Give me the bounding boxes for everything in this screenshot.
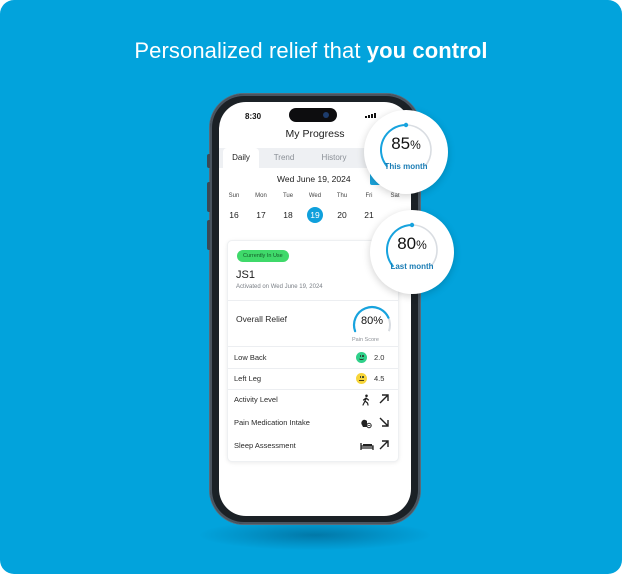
day-number: 16 bbox=[229, 210, 239, 220]
bed-icon bbox=[360, 440, 374, 452]
tab-history[interactable]: History bbox=[313, 148, 355, 168]
phone-action-button bbox=[207, 154, 210, 168]
last-month-value: 80% bbox=[397, 234, 427, 253]
last-month-caption: Last month bbox=[390, 262, 434, 271]
phone-volume-down bbox=[207, 220, 210, 250]
phone-volume-up bbox=[207, 182, 210, 212]
day-of-week: Mon bbox=[255, 193, 267, 199]
day-of-week: Sun bbox=[228, 193, 240, 199]
row-label: Activity Level bbox=[234, 395, 278, 404]
row-label: Pain Medication Intake bbox=[234, 418, 310, 427]
day-thu[interactable]: Thu 20 bbox=[329, 193, 355, 223]
overall-relief-value: 80% bbox=[360, 315, 384, 327]
tab-daily[interactable]: Daily bbox=[223, 148, 259, 168]
this-month-value: 85% bbox=[391, 134, 421, 153]
headline-bold: you control bbox=[366, 38, 488, 63]
day-of-week: Sat bbox=[390, 193, 400, 199]
metric-row-medication[interactable]: Pain Medication Intake bbox=[228, 413, 398, 433]
metric-row-activity[interactable]: Activity Level bbox=[228, 390, 398, 410]
metric-row-sleep[interactable]: Sleep Assessment bbox=[228, 436, 398, 456]
pain-row-low-back[interactable]: Low Back 2.0 bbox=[228, 348, 398, 368]
neutral-face-icon bbox=[356, 373, 367, 384]
tab-trend[interactable]: Trend bbox=[265, 148, 303, 168]
overall-relief-gauge: 80% bbox=[350, 303, 394, 335]
day-number: 17 bbox=[256, 210, 266, 220]
status-badge: Currently In Use bbox=[237, 250, 289, 262]
headline-regular: Personalized relief that bbox=[134, 38, 367, 63]
day-sun[interactable]: Sun 16 bbox=[221, 193, 247, 223]
headline: Personalized relief that you control bbox=[0, 38, 622, 64]
happy-face-icon bbox=[356, 352, 367, 363]
dynamic-island bbox=[289, 108, 337, 122]
divider bbox=[228, 346, 398, 347]
divider bbox=[228, 300, 398, 301]
day-mon[interactable]: Mon 17 bbox=[248, 193, 274, 223]
day-of-week: Tue bbox=[282, 193, 294, 199]
device-name: JS1 bbox=[236, 269, 255, 281]
current-date: Wed June 19, 2024 bbox=[277, 174, 351, 184]
pain-row-left-leg[interactable]: Left Leg 4.5 bbox=[228, 369, 398, 389]
pain-score-caption: Pain Score bbox=[352, 337, 379, 343]
camera-icon bbox=[323, 112, 329, 118]
row-label: Sleep Assessment bbox=[234, 441, 296, 450]
day-of-week: Thu bbox=[336, 193, 348, 199]
overall-relief-label: Overall Relief bbox=[236, 314, 288, 324]
row-label: Low Back bbox=[234, 353, 267, 362]
this-month-caption: This month bbox=[384, 162, 428, 171]
day-number: 20 bbox=[337, 210, 347, 220]
day-wed[interactable]: Wed 19 bbox=[302, 193, 328, 223]
activation-date: Activated on Wed June 19, 2024 bbox=[236, 284, 323, 290]
pill-icon bbox=[360, 417, 372, 429]
day-of-week: Wed bbox=[308, 193, 322, 199]
last-month-bubble: 80% Last month bbox=[370, 210, 454, 294]
promo-canvas: Personalized relief that you control 8:3… bbox=[0, 0, 622, 574]
day-number: 19 bbox=[307, 207, 323, 223]
walking-icon bbox=[360, 394, 372, 406]
status-time: 8:30 bbox=[245, 112, 262, 121]
this-month-bubble: 85% This month bbox=[364, 110, 448, 194]
trend-up-icon bbox=[378, 393, 390, 405]
day-number: 18 bbox=[283, 210, 293, 220]
day-of-week: Fri bbox=[365, 193, 373, 199]
trend-down-icon bbox=[378, 416, 390, 428]
pain-value: 4.5 bbox=[374, 374, 385, 383]
trend-up-icon bbox=[378, 439, 390, 451]
pain-value: 2.0 bbox=[374, 353, 385, 362]
phone-shadow bbox=[200, 520, 430, 550]
day-tue[interactable]: Tue 18 bbox=[275, 193, 301, 223]
row-label: Left Leg bbox=[234, 374, 262, 383]
